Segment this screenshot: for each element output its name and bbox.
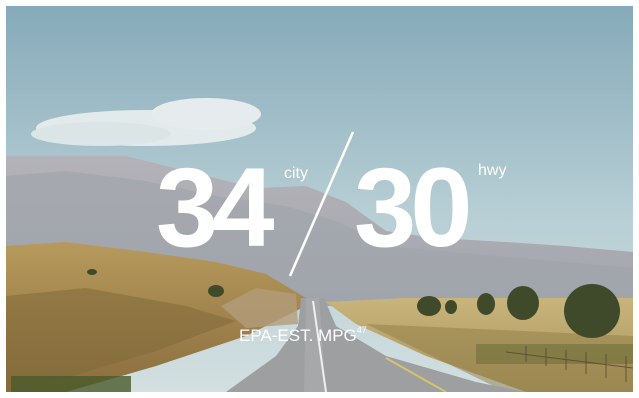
hero-banner: 34 city 30 hwy EPA-EST. MPG47 (6, 6, 633, 392)
hwy-mpg-value: 30 (354, 145, 473, 270)
mpg-overlay: 34 city 30 hwy EPA-EST. MPG47 (6, 6, 633, 392)
hwy-label: hwy (478, 162, 507, 179)
epa-caption: EPA-EST. MPG47 (239, 325, 367, 345)
footnote-marker[interactable]: 47 (357, 325, 367, 335)
epa-caption-text: EPA-EST. MPG (239, 326, 357, 345)
